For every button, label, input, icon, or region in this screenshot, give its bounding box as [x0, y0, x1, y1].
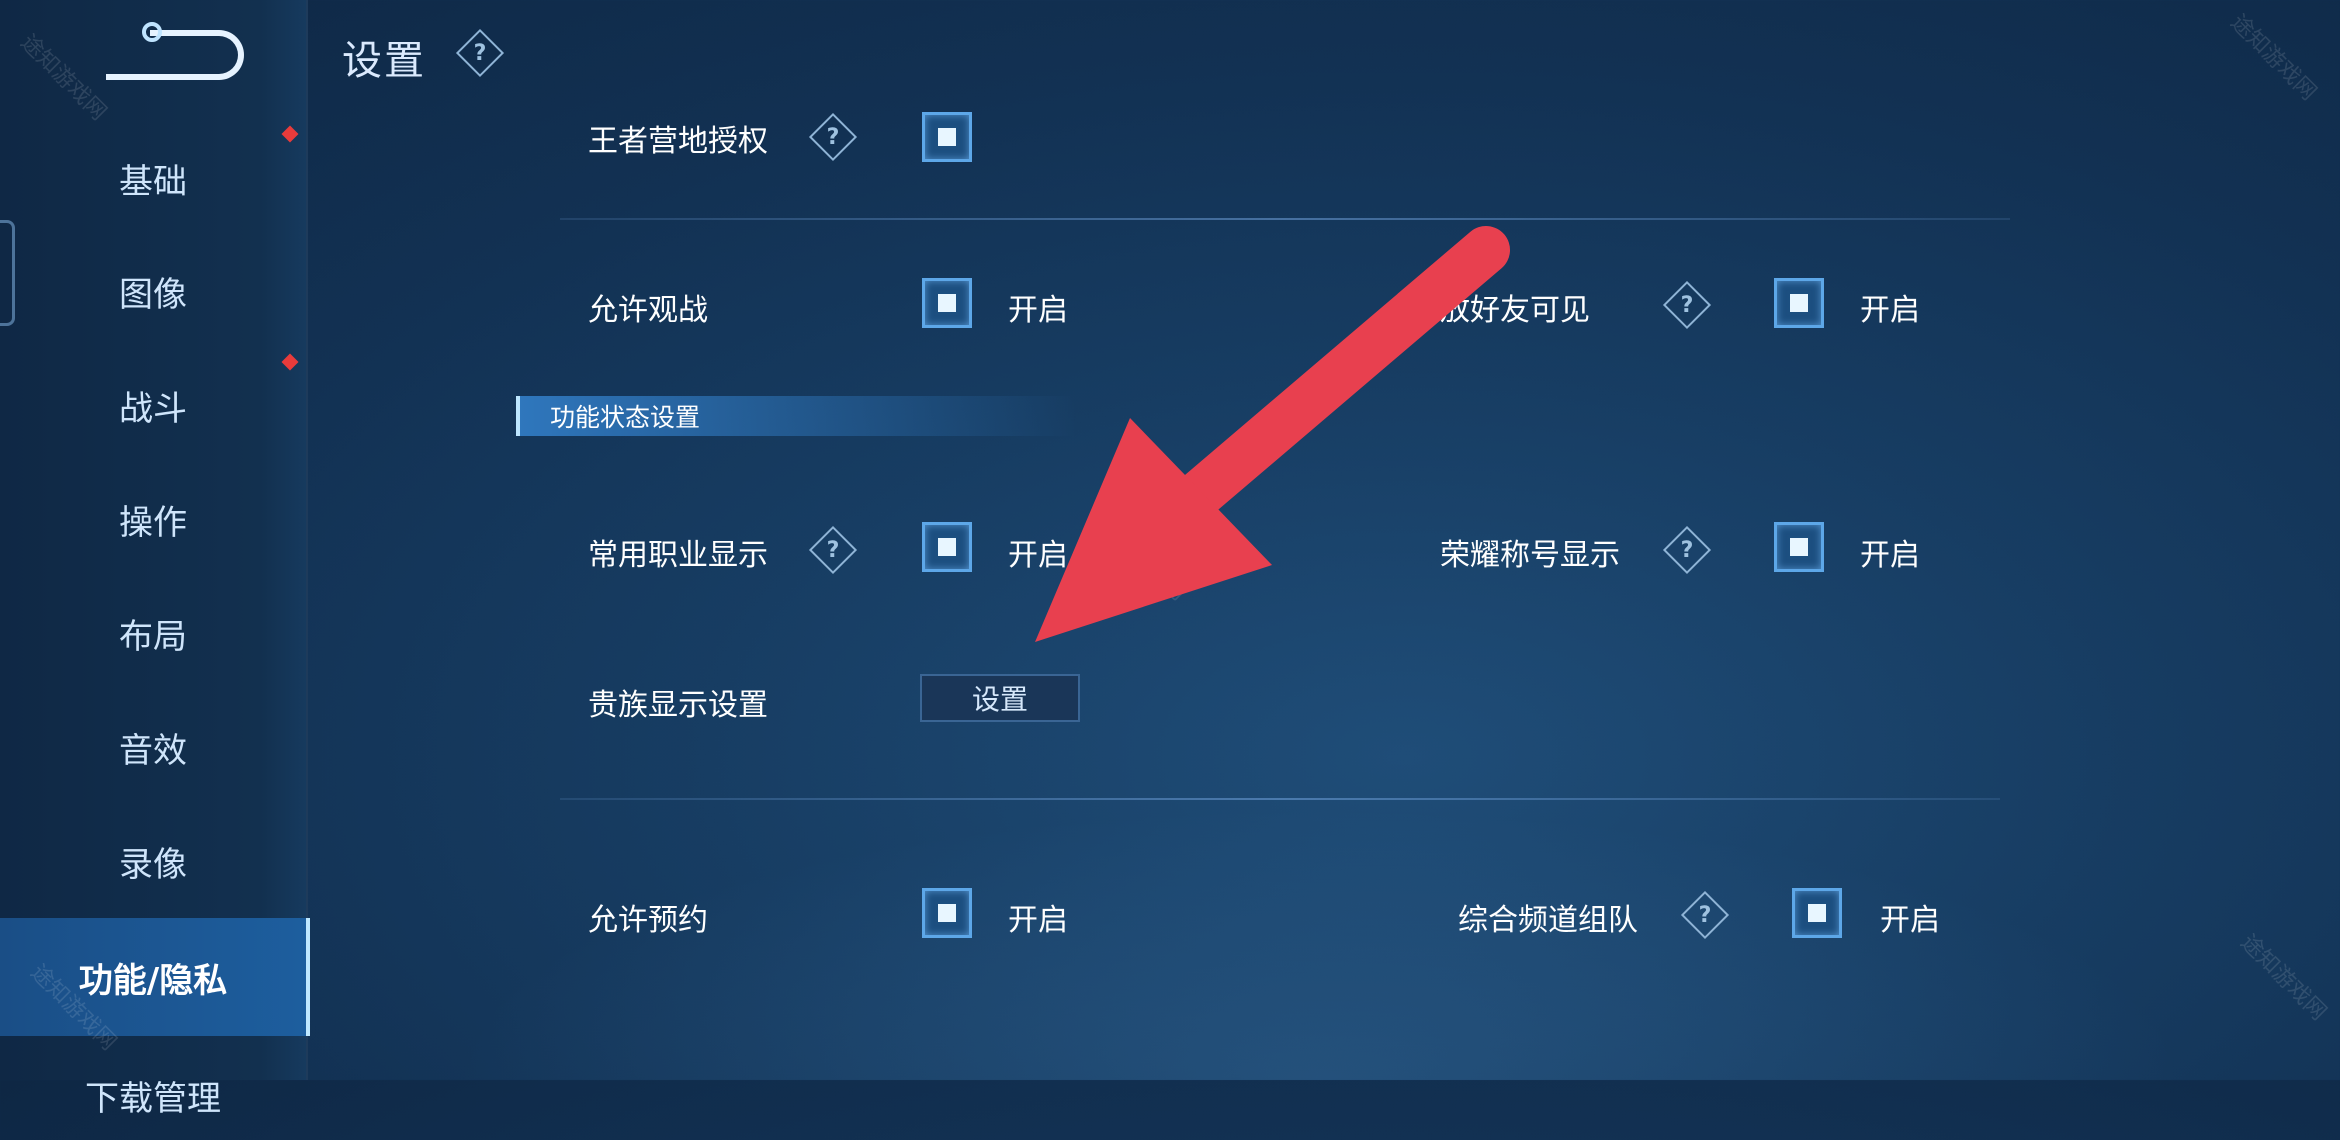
annotation-arrow-icon: [1035, 226, 1510, 642]
